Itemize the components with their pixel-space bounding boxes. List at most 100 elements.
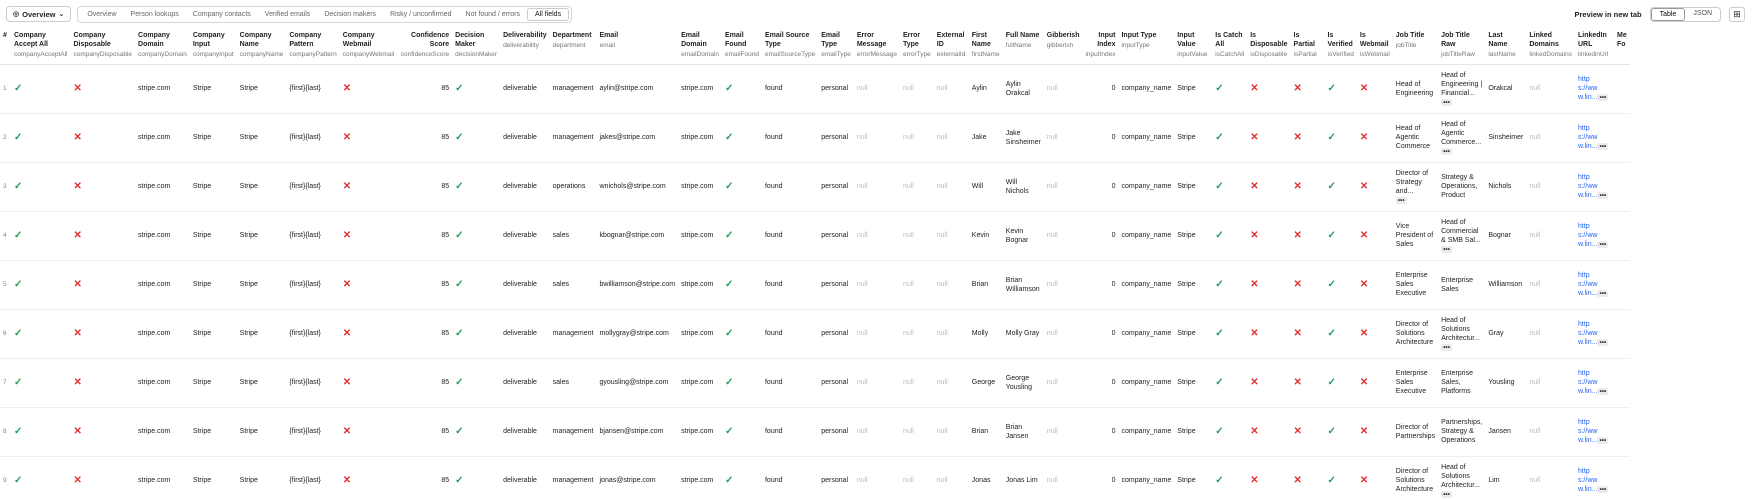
column-header[interactable]: Last Name lastName <box>1485 28 1527 65</box>
column-header[interactable]: Is Partial isPartial <box>1290 28 1325 65</box>
cross-icon: ✕ <box>1250 327 1259 339</box>
more-icon[interactable]: ••• <box>1597 290 1609 297</box>
linkedin-url-link[interactable]: http s://ww w.lin... <box>1578 370 1597 395</box>
table-row[interactable]: 5 ✓ ✕ stripe.com Stripe Stripe {first}{last} ✕ 8… <box>0 260 1630 310</box>
column-header[interactable]: Error Type errorType <box>899 28 934 65</box>
cross-icon: ✕ <box>1250 474 1259 486</box>
column-header[interactable]: Is Webmail isWebmail <box>1356 28 1393 65</box>
linkedin-url-link[interactable]: http s://ww w.lin... <box>1578 223 1597 248</box>
column-header[interactable]: First Name firstName <box>968 28 1003 65</box>
column-header[interactable]: Error Message errorMessage <box>853 28 900 65</box>
view-selector[interactable]: ◎ Overview ⌄ <box>6 6 72 22</box>
format-option-json[interactable]: JSON <box>1685 8 1720 21</box>
preview-in-new-tab-link[interactable]: Preview in new tab <box>1574 10 1641 19</box>
tab-person-lookups[interactable]: Person lookups <box>124 9 186 20</box>
more-icon[interactable]: ••• <box>1597 388 1609 395</box>
column-header[interactable]: Is Catch All isCatchAll <box>1212 28 1248 65</box>
column-header[interactable]: Input Value inputValue <box>1174 28 1213 65</box>
column-header[interactable]: Company Accept All companyAcceptAll <box>11 28 71 65</box>
cell-value: deliverable <box>503 232 537 239</box>
column-header[interactable]: Gibberish gibberish <box>1043 28 1083 65</box>
column-header[interactable]: Is Disposable isDisposable <box>1247 28 1291 65</box>
table-cell: null <box>1526 456 1575 500</box>
more-icon[interactable]: ••• <box>1597 339 1609 346</box>
column-header[interactable]: Department department <box>549 28 597 65</box>
column-header[interactable]: Job Title Raw jobTitleRaw <box>1438 28 1486 65</box>
cell-value: null <box>856 85 868 92</box>
cell-value: 85 <box>441 379 450 386</box>
cross-icon: ✕ <box>1293 131 1302 143</box>
more-icon[interactable]: ••• <box>1597 143 1609 150</box>
column-header[interactable]: Full Name fullName <box>1002 28 1044 65</box>
tab-decision-makers[interactable]: Decision makers <box>317 9 383 20</box>
linkedin-url-link[interactable]: http s://ww w.lin... <box>1578 272 1597 297</box>
tab-verified-emails[interactable]: Verified emails <box>258 9 318 20</box>
column-header[interactable]: Me Fo <box>1613 28 1630 65</box>
column-header[interactable]: Company Pattern companyPattern <box>286 28 340 65</box>
column-header[interactable]: Job Title jobTitle <box>1392 28 1439 65</box>
table-row[interactable]: 2 ✓ ✕ stripe.com Stripe Stripe {first}{last} ✕ 8… <box>0 113 1630 163</box>
column-header[interactable]: Company Webmail companyWebmail <box>339 28 398 65</box>
column-header[interactable]: Company Domain companyDomain <box>135 28 190 65</box>
column-header[interactable]: Email Type emailType <box>818 28 854 65</box>
column-header[interactable]: Confidence Score confidenceScore <box>397 28 453 65</box>
cell-value: Molly <box>971 330 989 337</box>
column-header[interactable]: Company Disposable companyDisposable <box>70 28 136 65</box>
column-header[interactable]: Company Input companyInput <box>189 28 237 65</box>
more-icon[interactable]: ••• <box>1395 196 1407 204</box>
table-row[interactable]: 9 ✓ ✕ stripe.com Stripe Stripe {first}{last} ✕ 8… <box>0 456 1630 500</box>
table-row[interactable]: 4 ✓ ✕ stripe.com Stripe Stripe {first}{last} ✕ 8… <box>0 211 1630 261</box>
layout-grid-button[interactable]: ⊞ <box>1729 6 1745 22</box>
column-header[interactable]: Input Type inputType <box>1118 28 1175 65</box>
linkedin-url-link[interactable]: http s://ww w.lin... <box>1578 76 1597 101</box>
tab-company-contacts[interactable]: Company contacts <box>186 9 258 20</box>
table-cell: null <box>933 358 969 408</box>
linkedin-url-link[interactable]: http s://ww w.lin... <box>1578 125 1597 150</box>
table-row[interactable]: 8 ✓ ✕ stripe.com Stripe Stripe {first}{last} ✕ 8… <box>0 407 1630 457</box>
table-cell: ✕ <box>70 456 136 500</box>
more-icon[interactable]: ••• <box>1597 486 1609 493</box>
format-option-table[interactable]: Table <box>1650 7 1686 21</box>
tab-not-found-errors[interactable]: Not found / errors <box>459 9 527 20</box>
more-icon[interactable]: ••• <box>1597 437 1609 444</box>
more-icon[interactable]: ••• <box>1441 147 1452 155</box>
table-row[interactable]: 3 ✓ ✕ stripe.com Stripe Stripe {first}{last} ✕ 8… <box>0 162 1630 212</box>
column-header[interactable]: Email Domain emailDomain <box>678 28 723 65</box>
column-header[interactable]: LinkedIn URL linkedinUrl <box>1574 28 1614 65</box>
column-header[interactable]: Company Name companyName <box>236 28 287 65</box>
linkedin-url-link[interactable]: http s://ww w.lin... <box>1578 419 1597 444</box>
tab-overview[interactable]: Overview <box>80 9 123 20</box>
more-icon[interactable]: ••• <box>1441 245 1452 253</box>
table-row[interactable]: 7 ✓ ✕ stripe.com Stripe Stripe {first}{last} ✕ 8… <box>0 358 1630 408</box>
cross-icon: ✕ <box>1293 327 1302 339</box>
tab-risky-unconfirmed[interactable]: Risky / unconfirmed <box>383 9 458 20</box>
more-icon[interactable]: ••• <box>1441 490 1452 498</box>
table-row[interactable]: 6 ✓ ✕ stripe.com Stripe Stripe {first}{last} ✕ 8… <box>0 309 1630 359</box>
column-header[interactable]: # <box>0 28 11 65</box>
table-cell: 8 <box>0 407 11 457</box>
column-header[interactable]: Input Index inputIndex <box>1082 28 1119 65</box>
table-cell: 0 <box>1082 162 1119 212</box>
column-header[interactable]: Is Verified isVerified <box>1324 28 1357 65</box>
results-table-container[interactable]: # Company Accept All companyAcceptAll Compa… <box>0 28 1761 500</box>
more-icon[interactable]: ••• <box>1441 343 1452 351</box>
linkedin-url-link[interactable]: http s://ww w.lin... <box>1578 468 1597 493</box>
table-cell: null <box>933 162 969 212</box>
more-icon[interactable]: ••• <box>1597 94 1609 101</box>
column-title: Is Catch All <box>1215 32 1243 48</box>
table-cell: {first}{last} <box>286 309 340 359</box>
more-icon[interactable]: ••• <box>1597 241 1609 248</box>
table-row[interactable]: 1 ✓ ✕ stripe.com Stripe Stripe {first}{last} ✕ 8… <box>0 64 1630 114</box>
column-header[interactable]: Linked Domains linkedDomains <box>1526 28 1575 65</box>
column-header[interactable]: Deliverability deliverability <box>500 28 550 65</box>
column-header[interactable]: External ID externalId <box>933 28 969 65</box>
column-header[interactable]: Decision Maker decisionMaker <box>452 28 501 65</box>
linkedin-url-link[interactable]: http s://ww w.lin... <box>1578 321 1597 346</box>
linkedin-url-link[interactable]: http s://ww w.lin... <box>1578 174 1597 199</box>
more-icon[interactable]: ••• <box>1597 192 1609 199</box>
column-header[interactable]: Email Found emailFound <box>722 28 762 65</box>
column-header[interactable]: Email Source Type emailSourceType <box>761 28 819 65</box>
tab-all-fields[interactable]: All fields <box>527 7 570 21</box>
more-icon[interactable]: ••• <box>1441 98 1452 106</box>
column-header[interactable]: Email email <box>596 28 679 65</box>
